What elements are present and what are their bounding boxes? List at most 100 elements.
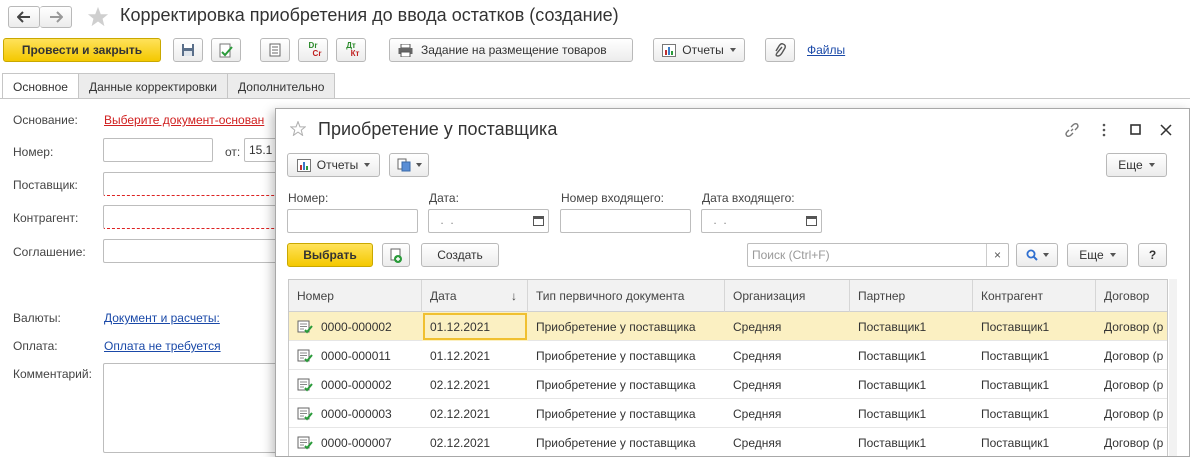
filter-date-input[interactable]: . . [428,209,549,233]
dialog-reports-button[interactable]: Отчеты [287,153,380,177]
cell-doc-type: Приобретение у поставщика [528,312,725,341]
filter-date-label: Дата: [429,191,459,205]
create-button[interactable]: Создать [421,243,499,267]
help-button[interactable]: ? [1138,243,1167,267]
cell-counterparty: Поставщик1 [973,341,1096,370]
agreement-label: Соглашение: [13,245,86,259]
column-date[interactable]: Дата ↓ [422,280,528,312]
tab-additional[interactable]: Дополнительно [227,73,336,99]
calendar-icon[interactable] [533,215,544,226]
cell-counterparty-text: Поставщик1 [981,435,1050,450]
tab-correction-data[interactable]: Данные корректировки [77,73,229,99]
dialog-create-based-button[interactable] [389,153,429,177]
cell-contract: Договор (р [1096,428,1167,456]
payment-link[interactable]: Оплата не требуется [104,339,221,353]
star-icon[interactable] [87,6,109,27]
placement-task-button[interactable]: Задание на размещение товаров [389,38,633,62]
comment-textarea[interactable] [103,363,283,453]
payment-label: Оплата: [13,339,58,353]
basis-link[interactable]: Выберите документ-основан [104,113,264,127]
list-button[interactable] [260,38,290,62]
dialog-more-top-label: Еще [1118,158,1143,172]
filter-number-label: Номер: [288,191,329,205]
currency-link[interactable]: Документ и расчеты: [104,311,220,325]
cell-doc-type: Приобретение у поставщика [528,370,725,399]
cell-number-text: 0000-000002 [321,377,392,392]
supplier-input[interactable] [103,172,283,196]
save-button[interactable] [173,38,203,62]
files-link[interactable]: Файлы [807,43,845,57]
cell-partner: Поставщик1 [850,341,973,370]
dt-kt-button[interactable]: Дт Кт [336,38,366,62]
clear-search-icon[interactable]: × [986,244,1008,266]
table-row[interactable]: 0000-000002 01.12.2021 Приобретение у пост… [289,312,1167,341]
cell-date: 01.12.2021 [422,341,528,370]
counterparty-input[interactable] [103,205,283,229]
search-icon [1026,249,1038,261]
post-button[interactable] [211,38,241,62]
column-contract[interactable]: Договор [1096,280,1167,312]
cell-doc-type-text: Приобретение у поставщика [536,319,696,334]
cell-doc-type-text: Приобретение у поставщика [536,406,696,421]
supplier-label: Поставщик: [13,178,78,192]
maximize-icon[interactable] [1130,124,1141,135]
filter-number-input[interactable] [287,209,418,233]
attach-file-button[interactable] [765,38,795,62]
column-date-label: Дата [430,289,457,303]
cell-partner: Поставщик1 [850,312,973,341]
column-doc-type[interactable]: Тип первичного документа [528,280,725,312]
cell-partner-text: Поставщик1 [858,319,927,334]
dialog-reports-label: Отчеты [316,158,359,172]
chevron-down-icon [729,48,736,52]
close-icon[interactable] [1160,124,1172,136]
table-scrollbar[interactable] [1169,279,1177,456]
number-input[interactable] [103,138,213,162]
cell-organization: Средняя [725,370,850,399]
search-input[interactable]: Поиск (Ctrl+F) × [747,243,1009,267]
cell-counterparty: Поставщик1 [973,399,1096,428]
table-row[interactable]: 0000-000011 01.12.2021 Приобретение у пост… [289,341,1167,370]
cell-partner: Поставщик1 [850,428,973,456]
search-button[interactable] [1016,243,1058,267]
filter-incoming-date-input[interactable]: . . [701,209,822,233]
filter-incoming-number-input[interactable] [560,209,691,233]
forward-button[interactable] [40,6,72,28]
agreement-input[interactable] [103,239,283,263]
arrow-left-icon [17,11,30,23]
window-title: Корректировка приобретения до ввода оста… [120,5,619,25]
cell-doc-type-text: Приобретение у поставщика [536,377,696,392]
back-button[interactable] [8,6,40,28]
cell-date-text: 02.12.2021 [430,435,491,450]
cell-partner: Поставщик1 [850,370,973,399]
cell-partner: Поставщик1 [850,399,973,428]
column-number[interactable]: Номер [289,280,422,312]
cell-doc-type-text: Приобретение у поставщика [536,348,696,363]
select-button[interactable]: Выбрать [287,243,373,267]
column-organization[interactable]: Организация [725,280,850,312]
link-icon[interactable] [1064,122,1080,138]
cell-partner-text: Поставщик1 [858,435,927,450]
calendar-icon[interactable] [806,215,817,226]
table-row[interactable]: 0000-000003 02.12.2021 Приобретение у пост… [289,399,1167,428]
chevron-down-icon [1148,163,1155,167]
cell-date-text: 02.12.2021 [430,377,491,392]
cell-doc-type: Приобретение у поставщика [528,399,725,428]
chevron-down-icon [1042,253,1049,257]
star-icon[interactable] [290,121,306,136]
table-row[interactable]: 0000-000002 02.12.2021 Приобретение у пост… [289,370,1167,399]
table-row[interactable]: 0000-000007 02.12.2021 Приобретение у пост… [289,428,1167,456]
column-counterparty[interactable]: Контрагент [973,280,1096,312]
dialog-more-top-button[interactable]: Еще [1106,153,1167,177]
column-partner[interactable]: Партнер [850,280,973,312]
reports-menu-button[interactable]: Отчеты [653,38,745,62]
cell-contract-text: Договор (р [1104,435,1164,450]
cell-counterparty: Поставщик1 [973,312,1096,341]
dr-cr-button[interactable]: Dr Cr [298,38,328,62]
copy-button[interactable] [382,243,410,267]
dialog-more-button[interactable]: Еще [1067,243,1128,267]
filter-incoming-number-label: Номер входящего: [561,191,664,205]
post-and-close-button[interactable]: Провести и закрыть [3,38,161,62]
cell-number: 0000-000011 [289,341,422,370]
more-vertical-icon[interactable] [1102,123,1106,137]
tab-main[interactable]: Основное [2,73,79,99]
